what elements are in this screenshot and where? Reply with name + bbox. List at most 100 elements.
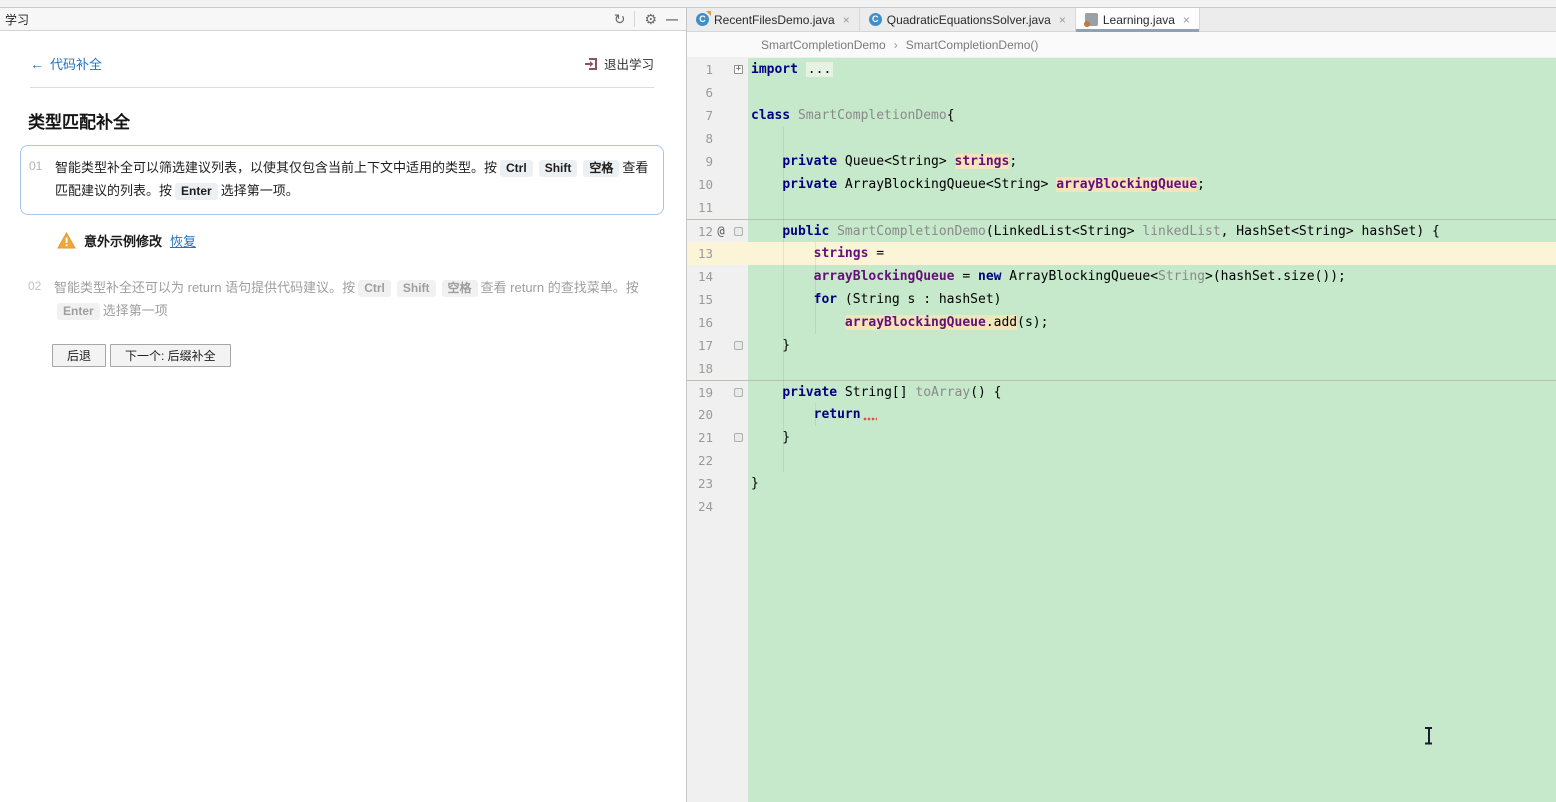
- code-area[interactable]: 1 + import ... 6 7 class SmartCompletionDemo{…: [687, 57, 1556, 802]
- key-ctrl-disabled: Ctrl: [358, 280, 391, 297]
- key-enter-disabled: Enter: [57, 303, 100, 320]
- gutter-fold-column: [729, 334, 748, 357]
- exit-label: 退出学习: [603, 58, 654, 72]
- fold-marker-icon[interactable]: [734, 387, 743, 397]
- exit-learning-button[interactable]: 退出学习: [584, 54, 654, 73]
- error-squiggle: [862, 417, 877, 421]
- line-number: 7: [687, 104, 713, 127]
- gutter-fold-column: [729, 173, 748, 196]
- back-to-course-link[interactable]: ← 代码补全: [30, 54, 102, 73]
- code-line-19[interactable]: 19 private String[] toArray() {: [687, 380, 1556, 403]
- gutter-annotation-column: [713, 196, 729, 219]
- restart-lesson-icon[interactable]: ↻: [614, 11, 626, 27]
- code-text[interactable]: private ArrayBlockingQueue<String> array…: [748, 173, 1556, 196]
- breadcrumb-class[interactable]: SmartCompletionDemo: [761, 38, 886, 52]
- code-line-7[interactable]: 7 class SmartCompletionDemo{: [687, 104, 1556, 127]
- code-line-13[interactable]: 13 strings =: [687, 242, 1556, 265]
- line-number: 9: [687, 150, 713, 173]
- window-top-strip: [0, 0, 1556, 8]
- settings-gear-icon[interactable]: ⚙: [644, 11, 657, 27]
- code-text[interactable]: }: [748, 334, 1556, 357]
- code-text[interactable]: [748, 81, 1556, 104]
- code-line-20[interactable]: 20 return: [687, 403, 1556, 426]
- breadcrumb: SmartCompletionDemo › SmartCompletionDem…: [687, 32, 1556, 57]
- fold-marker-icon[interactable]: [734, 226, 743, 236]
- code-line-15[interactable]: 15 for (String s : hashSet): [687, 288, 1556, 311]
- code-line-17[interactable]: 17 }: [687, 334, 1556, 357]
- code-line-11[interactable]: 11: [687, 196, 1556, 219]
- code-text[interactable]: [748, 357, 1556, 380]
- fold-marker-icon[interactable]: +: [734, 65, 743, 74]
- step-1-segment-3: 选择第一项。: [220, 183, 299, 198]
- tab-recentfilesdemo[interactable]: C RecentFilesDemo.java ×: [687, 8, 860, 31]
- key-shift-disabled: Shift: [396, 280, 436, 297]
- code-text[interactable]: private String[] toArray() {: [748, 381, 1556, 403]
- mouse-cursor-ibeam: [1424, 727, 1433, 744]
- code-line-24[interactable]: 24: [687, 495, 1556, 518]
- next-lesson-button[interactable]: 下一个: 后缀补全: [110, 344, 231, 367]
- gutter-fold-column: [729, 381, 748, 403]
- warning-triangle-icon: [57, 232, 76, 249]
- indent-guide: [783, 127, 784, 472]
- code-text[interactable]: [748, 495, 1556, 518]
- code-line-14[interactable]: 14 arrayBlockingQueue = new ArrayBlockin…: [687, 265, 1556, 288]
- code-line-10[interactable]: 10 private ArrayBlockingQueue<String> ar…: [687, 173, 1556, 196]
- code-line-1[interactable]: 1 + import ...: [687, 58, 1556, 81]
- gutter-annotation-column: [713, 311, 729, 334]
- line-number: 1: [687, 58, 713, 81]
- code-text[interactable]: [748, 127, 1556, 150]
- code-line-18[interactable]: 18: [687, 357, 1556, 380]
- code-text[interactable]: for (String s : hashSet): [748, 288, 1556, 311]
- code-text[interactable]: }: [748, 426, 1556, 449]
- breadcrumb-method[interactable]: SmartCompletionDemo(): [906, 38, 1039, 52]
- tab-learning-active[interactable]: Learning.java ×: [1075, 8, 1200, 32]
- code-text[interactable]: }: [748, 472, 1556, 495]
- code-line-12[interactable]: 12 @ public SmartCompletionDemo(LinkedLis…: [687, 219, 1556, 242]
- line-number: 19: [687, 381, 713, 403]
- toolbar-divider: [634, 11, 636, 27]
- code-line-9[interactable]: 9 private Queue<String> strings;: [687, 150, 1556, 173]
- code-text[interactable]: [748, 196, 1556, 219]
- gutter-fold-column: [729, 449, 748, 472]
- line-number: 14: [687, 265, 713, 288]
- tab-quadraticequationssolver[interactable]: C QuadraticEquationsSolver.java ×: [859, 8, 1076, 31]
- restore-link[interactable]: 恢复: [170, 231, 196, 250]
- lesson-title: 类型匹配补全: [28, 113, 130, 132]
- code-text[interactable]: class SmartCompletionDemo{: [748, 104, 1556, 127]
- code-text[interactable]: [748, 449, 1556, 472]
- close-tab-icon[interactable]: ×: [1059, 13, 1066, 27]
- line-number: 11: [687, 196, 713, 219]
- hide-panel-icon[interactable]: —: [666, 11, 678, 27]
- learn-panel-body: ← 代码补全 退出学习 类型匹配补全 01 智能类型补全可以筛选建议列表，以使其…: [0, 31, 686, 802]
- code-line-6[interactable]: 6: [687, 81, 1556, 104]
- close-tab-icon[interactable]: ×: [843, 13, 850, 27]
- back-button[interactable]: 后退: [52, 344, 107, 367]
- code-line-22[interactable]: 22: [687, 449, 1556, 472]
- step-1-text: 智能类型补全可以筛选建议列表，以使其仅包含当前上下文中适用的类型。按 Ctrl Sh…: [55, 156, 651, 202]
- java-class-icon: C: [696, 11, 711, 26]
- code-line-8[interactable]: 8: [687, 127, 1556, 150]
- gutter-annotation-column: [713, 334, 729, 357]
- code-text[interactable]: strings =: [748, 242, 1556, 265]
- code-line-23[interactable]: 23}: [687, 472, 1556, 495]
- code-text[interactable]: private Queue<String> strings;: [748, 150, 1556, 173]
- code-line-16[interactable]: 16 arrayBlockingQueue.add(s);: [687, 311, 1556, 334]
- code-text[interactable]: public SmartCompletionDemo(LinkedList<St…: [748, 220, 1556, 242]
- panel-title: 学习: [5, 12, 30, 27]
- fold-marker-icon[interactable]: [734, 433, 743, 442]
- gutter-annotation-column: [713, 127, 729, 150]
- close-tab-icon[interactable]: ×: [1183, 13, 1190, 27]
- code-area-filler[interactable]: [687, 518, 1556, 802]
- tab-label: QuadraticEquationsSolver.java: [886, 12, 1051, 27]
- fold-marker-icon[interactable]: [734, 341, 743, 350]
- code-text[interactable]: return: [748, 403, 1556, 426]
- code-text[interactable]: import ...: [748, 58, 1556, 81]
- code-text[interactable]: arrayBlockingQueue.add(s);: [748, 311, 1556, 334]
- code-line-21[interactable]: 21 }: [687, 426, 1556, 449]
- gutter-annotation-column: [713, 265, 729, 288]
- gutter-fold-column: [729, 104, 748, 127]
- key-space: 空格: [583, 160, 620, 177]
- gutter-fold-column: [729, 127, 748, 150]
- line-number: 17: [687, 334, 713, 357]
- code-text[interactable]: arrayBlockingQueue = new ArrayBlockingQu…: [748, 265, 1556, 288]
